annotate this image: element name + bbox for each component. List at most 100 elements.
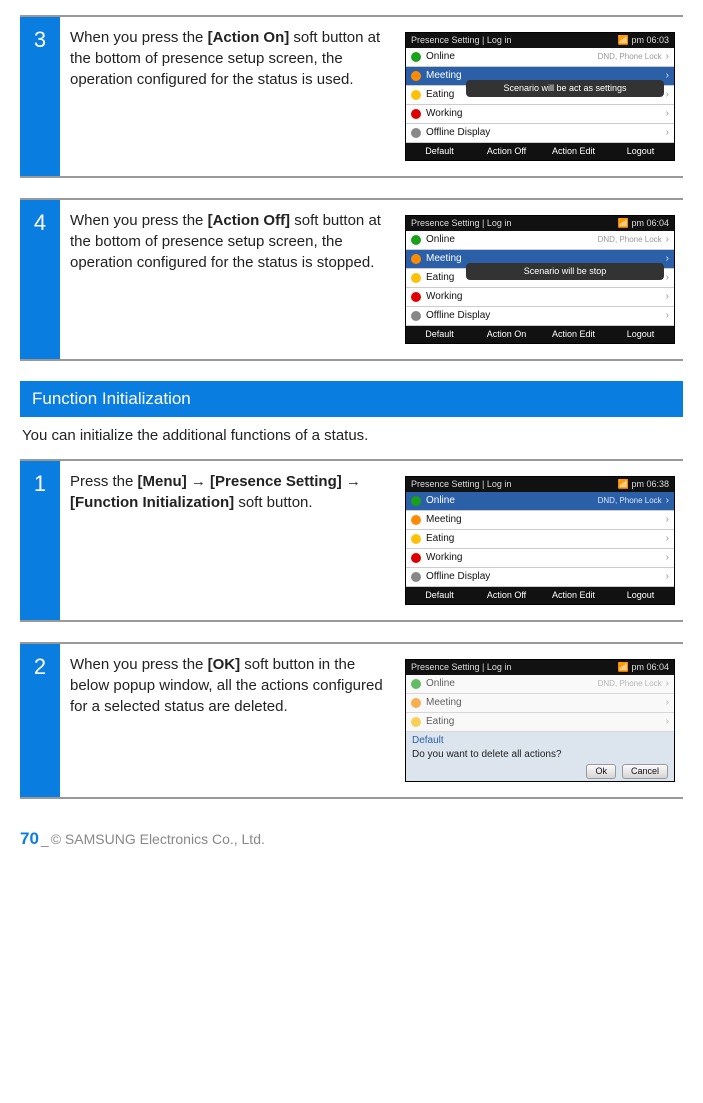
step-text: When you press the [Action On] soft butt… <box>60 17 405 176</box>
step-number: 3 <box>20 17 60 176</box>
softkey-action-edit: Action Edit <box>540 587 607 604</box>
presence-row-offline: Offline Display › <box>406 568 674 587</box>
online-icon <box>411 235 421 245</box>
presence-row-meeting: Meeting › <box>406 511 674 530</box>
popup-ok-button[interactable]: Ok <box>586 764 616 779</box>
chevron-right-icon: › <box>666 717 669 727</box>
phone-topbar: Presence Setting | Log in pm 06:04 <box>406 660 674 675</box>
phone-softbar: Default Action Off Action Edit Logout <box>406 143 674 160</box>
phone-softbar: Default Action Off Action Edit Logout <box>406 587 674 604</box>
text-bold: [Action Off] <box>208 212 290 229</box>
popup-cancel-button[interactable]: Cancel <box>622 764 668 779</box>
row-label: Eating <box>426 534 662 544</box>
text-pre: Press the <box>70 473 138 490</box>
meeting-icon <box>411 71 421 81</box>
step-text: Press the [Menu] → [Presence Setting] → … <box>60 461 405 620</box>
phone-title: Presence Setting | Log in <box>411 219 618 228</box>
eating-icon <box>411 534 421 544</box>
text-post: soft button. <box>234 494 312 511</box>
softkey-logout: Logout <box>607 587 674 604</box>
eating-icon <box>411 273 421 283</box>
softkey-logout: Logout <box>607 326 674 343</box>
text-bold: [Action On] <box>208 29 290 46</box>
step-number: 1 <box>20 461 60 620</box>
chevron-right-icon: › <box>666 292 669 302</box>
softkey-logout: Logout <box>607 143 674 160</box>
chevron-right-icon: › <box>666 679 669 689</box>
text-bold: [OK] <box>208 656 241 673</box>
eating-icon <box>411 90 421 100</box>
footer-sep: _ <box>41 831 49 847</box>
chevron-right-icon: › <box>666 273 669 283</box>
offline-icon <box>411 128 421 138</box>
online-icon <box>411 679 421 689</box>
popup-message: Do you want to delete all actions? <box>412 750 668 760</box>
chevron-right-icon: › <box>666 71 669 81</box>
presence-row-online: Online DND, Phone Lock › <box>406 492 674 511</box>
section-header: Function Initialization <box>20 381 683 417</box>
presence-row-offline: Offline Display › <box>406 307 674 326</box>
section-intro: You can initialize the additional functi… <box>22 427 683 444</box>
softkey-action-on: Action On <box>473 326 540 343</box>
chevron-right-icon: › <box>666 109 669 119</box>
row-label: Working <box>426 292 662 302</box>
softkey-action-edit: Action Edit <box>540 143 607 160</box>
softkey-default: Default <box>406 587 473 604</box>
text-pre: When you press the <box>70 29 208 46</box>
presence-row-eating: Eating › Scenario will be act as setting… <box>406 86 674 105</box>
phone-topbar: Presence Setting | Log in pm 06:04 <box>406 216 674 231</box>
page-number: 70 <box>20 829 39 849</box>
row-label: Online <box>426 679 598 689</box>
phone-clock: pm 06:04 <box>618 219 669 228</box>
presence-row-online: Online DND, Phone Lock › <box>406 675 674 694</box>
step-text: When you press the [OK] soft button in t… <box>60 644 405 797</box>
step-text: When you press the [Action Off] soft but… <box>60 200 405 359</box>
step-number: 4 <box>20 200 60 359</box>
chevron-right-icon: › <box>666 90 669 100</box>
step-figure: Presence Setting | Log in pm 06:38 Onlin… <box>405 461 683 620</box>
chevron-right-icon: › <box>666 534 669 544</box>
step-block-4: 4 When you press the [Action Off] soft b… <box>20 198 683 361</box>
online-icon <box>411 496 421 506</box>
softkey-action-off: Action Off <box>473 587 540 604</box>
row-label: Eating <box>426 717 662 727</box>
step-block-fi1: 1 Press the [Menu] → [Presence Setting] … <box>20 459 683 622</box>
chevron-right-icon: › <box>666 52 669 62</box>
softkey-default: Default <box>406 326 473 343</box>
phone-screenshot: Presence Setting | Log in pm 06:38 Onlin… <box>405 476 675 605</box>
row-label: Online <box>426 235 598 245</box>
row-label: Meeting <box>426 698 662 708</box>
chevron-right-icon: › <box>666 235 669 245</box>
presence-row-working: Working › <box>406 105 674 124</box>
chevron-right-icon: › <box>666 572 669 582</box>
phone-title: Presence Setting | Log in <box>411 663 618 672</box>
phone-screenshot: Presence Setting | Log in pm 06:04 Onlin… <box>405 215 675 344</box>
popup-title: Default <box>412 736 668 746</box>
eating-icon <box>411 717 421 727</box>
working-icon <box>411 292 421 302</box>
chevron-right-icon: › <box>666 496 669 506</box>
row-badge: DND, Phone Lock <box>598 497 662 505</box>
row-label: Offline Display <box>426 311 662 321</box>
softkey-default: Default <box>406 143 473 160</box>
step-number: 2 <box>20 644 60 797</box>
presence-row-online: Online DND, Phone Lock › <box>406 231 674 250</box>
row-badge: DND, Phone Lock <box>598 236 662 244</box>
text-pre: When you press the <box>70 212 208 229</box>
row-label: Offline Display <box>426 128 662 138</box>
row-label: Working <box>426 109 662 119</box>
phone-clock: pm 06:04 <box>618 663 669 672</box>
row-label: Working <box>426 553 662 563</box>
phone-clock: pm 06:03 <box>618 36 669 45</box>
softkey-action-off: Action Off <box>473 143 540 160</box>
phone-topbar: Presence Setting | Log in pm 06:38 <box>406 477 674 492</box>
phone-clock: pm 06:38 <box>618 480 669 489</box>
presence-row-meeting: Meeting › <box>406 694 674 713</box>
chevron-right-icon: › <box>666 128 669 138</box>
step-block-fi2: 2 When you press the [OK] soft button in… <box>20 642 683 799</box>
chevron-right-icon: › <box>666 698 669 708</box>
row-label: Meeting <box>426 515 662 525</box>
phone-screenshot: Presence Setting | Log in pm 06:03 Onlin… <box>405 32 675 161</box>
step-block-3: 3 When you press the [Action On] soft bu… <box>20 15 683 178</box>
toast-message: Scenario will be stop <box>466 263 664 280</box>
